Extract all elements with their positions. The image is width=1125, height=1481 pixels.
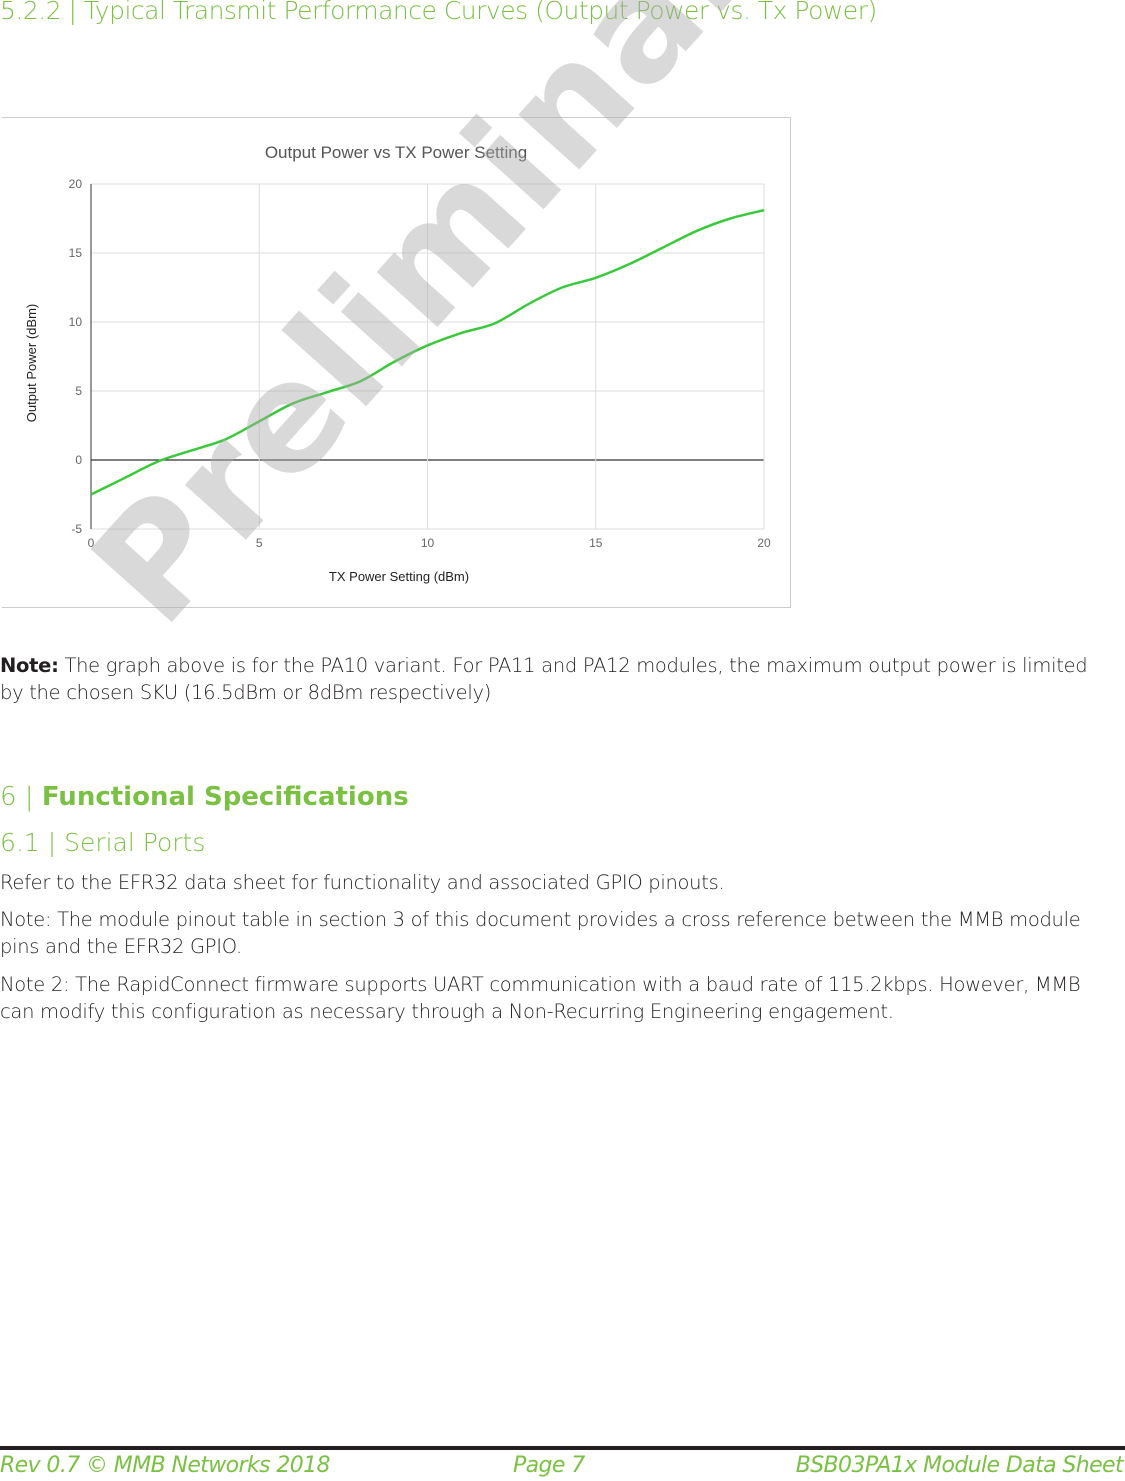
footer-divider xyxy=(0,1446,1125,1450)
paragraph-note-pinout: Note: The module pinout table in section… xyxy=(0,908,1081,958)
paragraph-note-uart: Note 2: The RapidConnect firmware suppor… xyxy=(0,973,1081,1023)
y-tick-label: 5 xyxy=(75,384,82,398)
footer-document-title: BSB03PA1x Module Data Sheet xyxy=(795,1453,1124,1478)
y-tick-label: 15 xyxy=(69,246,83,260)
section-title: Functional Specifications xyxy=(41,782,409,812)
x-axis-label: TX Power Setting (dBm) xyxy=(329,569,469,584)
paragraph-efr32: Refer to the EFR32 data sheet for functi… xyxy=(0,871,725,894)
section-heading-6-1: 6.1 | Serial Ports xyxy=(0,828,206,857)
section-number: 6 | xyxy=(0,782,42,812)
graph-note: Note: The graph above is for the PA10 va… xyxy=(0,652,1110,706)
note-label: Note: xyxy=(0,654,59,677)
note-text: The graph above is for the PA10 variant.… xyxy=(0,654,1088,704)
footer-revision: Rev 0.7 © MMB Networks 2018 xyxy=(0,1453,331,1478)
x-tick-label: 20 xyxy=(757,536,771,550)
x-tick-label: 10 xyxy=(421,536,435,550)
y-tick-label: 20 xyxy=(69,177,83,191)
y-tick-label: 10 xyxy=(69,315,83,329)
footer-page-number: Page 7 xyxy=(513,1453,585,1478)
y-axis-label: Output Power (dBm) xyxy=(24,304,39,423)
section-heading-6: 6 | Functional Specifications xyxy=(0,782,409,812)
x-tick-label: 15 xyxy=(589,536,603,550)
y-tick-label: 0 xyxy=(75,453,82,467)
